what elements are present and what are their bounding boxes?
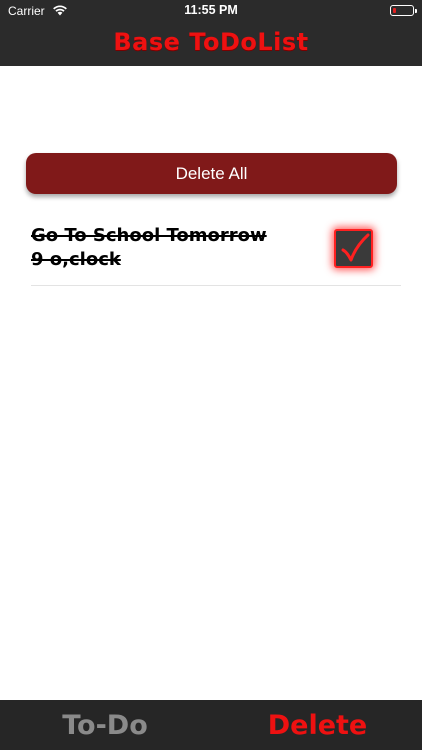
status-time: 11:55 PM — [184, 3, 238, 17]
status-bar: Carrier 11:55 PM — [0, 0, 422, 22]
tab-delete[interactable]: Delete — [250, 710, 385, 746]
todo-text: Go To School Tomorrow 9 o,clock — [31, 225, 267, 270]
checkmark-icon — [341, 233, 370, 262]
battery-level — [393, 8, 396, 13]
tab-todo[interactable]: To-Do — [40, 710, 170, 746]
todo-row[interactable]: Go To School Tomorrow 9 o,clock — [31, 214, 401, 286]
nav-title: Base ToDoList — [113, 28, 309, 56]
battery-icon — [390, 5, 417, 16]
todo-checkbox[interactable] — [334, 229, 373, 268]
screen: Carrier 11:55 PM Base ToDoList Delete Al… — [0, 0, 422, 750]
delete-all-button[interactable]: Delete All — [26, 153, 397, 194]
top-bar: Carrier 11:55 PM Base ToDoList — [0, 0, 422, 66]
tab-bar: To-Do Delete — [0, 700, 422, 750]
